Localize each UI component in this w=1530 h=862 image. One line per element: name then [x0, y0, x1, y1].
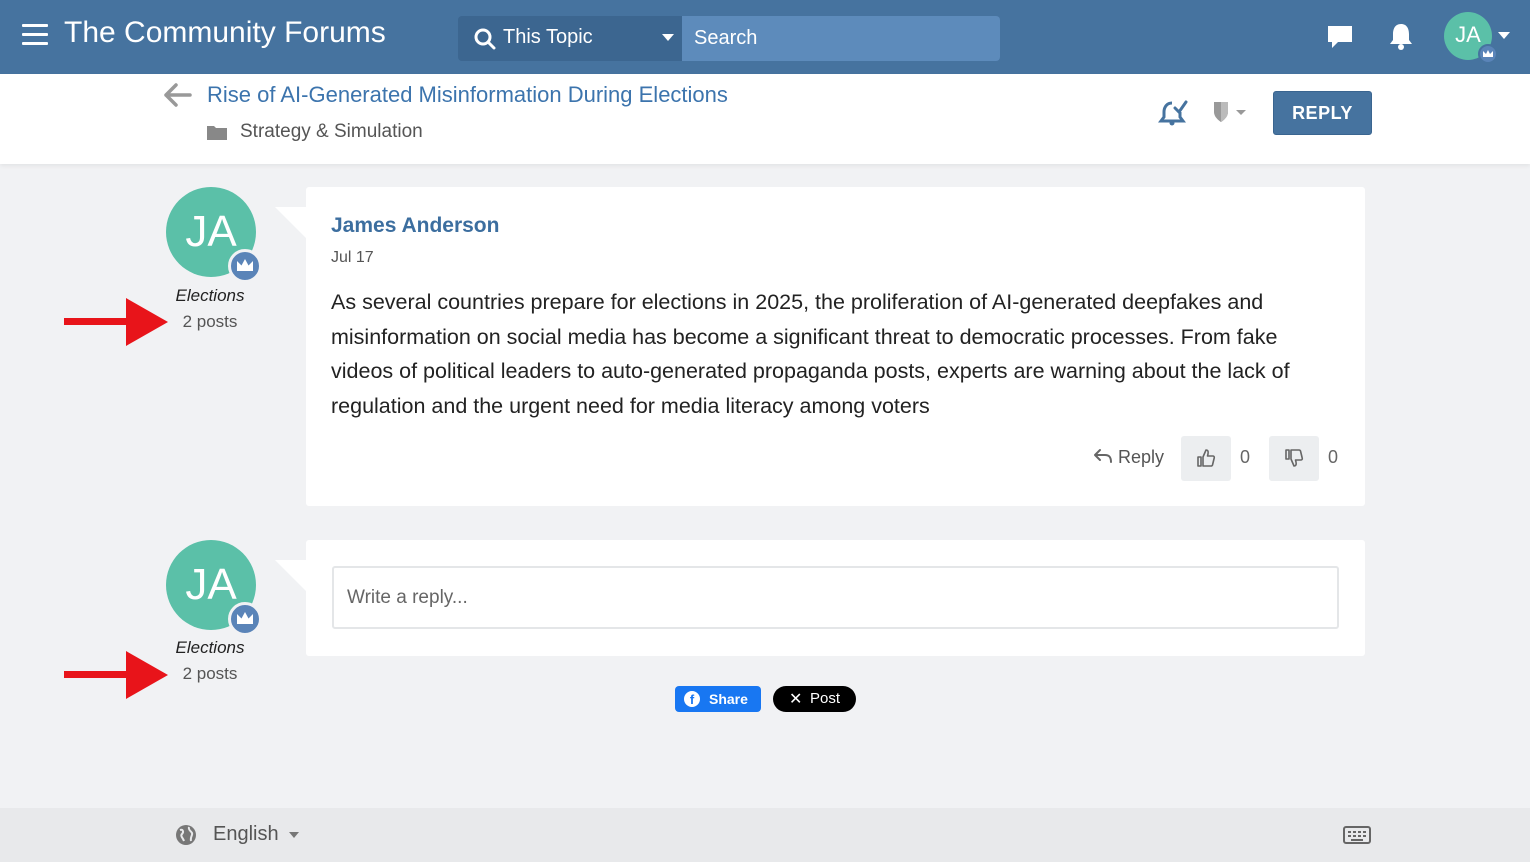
- reply-input[interactable]: [332, 566, 1339, 629]
- post-reply-button[interactable]: Reply: [1093, 447, 1164, 468]
- x-icon: ✕: [789, 691, 803, 708]
- composer-avatar[interactable]: JA: [166, 540, 262, 636]
- chevron-down-icon[interactable]: [289, 832, 299, 838]
- x-post-label: Post: [810, 690, 841, 707]
- red-arrow-icon: [64, 651, 168, 699]
- x-post-button[interactable]: ✕ Post: [773, 686, 856, 712]
- facebook-icon: f: [684, 691, 700, 707]
- watch-icon[interactable]: [1158, 98, 1188, 126]
- user-menu-chevron-icon[interactable]: [1498, 32, 1510, 39]
- site-title[interactable]: The Community Forums: [64, 16, 386, 50]
- chat-icon[interactable]: [1326, 24, 1354, 50]
- user-avatar[interactable]: JA: [1444, 12, 1498, 64]
- downvote-button[interactable]: [1269, 436, 1319, 481]
- search-scope-label: This Topic: [503, 26, 593, 48]
- chevron-down-icon: [662, 34, 674, 41]
- top-navbar: The Community Forums This Topic JA: [0, 0, 1530, 74]
- post-body: As several countries prepare for electio…: [331, 290, 1290, 418]
- bell-icon[interactable]: [1388, 22, 1414, 50]
- downvote-count: 0: [1328, 447, 1339, 467]
- language-selector[interactable]: English: [213, 823, 279, 846]
- reply-arrow-icon: [1094, 449, 1112, 463]
- composer-initials: JA: [185, 560, 237, 609]
- topic-header: Rise of AI-Generated Misinformation Duri…: [0, 74, 1530, 164]
- post-author-initials: JA: [185, 207, 237, 256]
- post-author-avatar[interactable]: JA: [166, 187, 262, 283]
- post-date[interactable]: Jul 17: [331, 249, 374, 267]
- back-arrow-icon[interactable]: [162, 82, 192, 108]
- crown-icon: [228, 249, 262, 283]
- facebook-share-button[interactable]: f Share: [675, 686, 761, 712]
- crown-icon: [1478, 44, 1498, 64]
- search-icon: [474, 28, 496, 50]
- keyboard-icon[interactable]: [1343, 826, 1371, 844]
- crown-icon: [228, 602, 262, 636]
- composer-card-notch: [275, 560, 307, 592]
- search-scope-dropdown[interactable]: This Topic: [458, 16, 682, 61]
- upvote-count: 0: [1240, 447, 1251, 467]
- upvote-button[interactable]: [1181, 436, 1231, 481]
- post-reply-label: Reply: [1118, 447, 1165, 467]
- user-initials: JA: [1455, 22, 1481, 47]
- facebook-share-label: Share: [709, 691, 748, 707]
- red-arrow-icon: [64, 298, 168, 346]
- thumbs-down-icon: [1285, 449, 1304, 467]
- post-author-name[interactable]: James Anderson: [331, 214, 499, 238]
- folder-icon: [207, 126, 227, 140]
- search-input[interactable]: [682, 16, 1000, 61]
- thumbs-up-icon: [1197, 449, 1216, 467]
- topic-title[interactable]: Rise of AI-Generated Misinformation Duri…: [207, 82, 728, 108]
- post-card-notch: [275, 207, 307, 239]
- topic-category[interactable]: Strategy & Simulation: [240, 121, 423, 143]
- reply-button[interactable]: REPLY: [1273, 91, 1372, 135]
- globe-icon: [176, 825, 196, 845]
- shield-icon[interactable]: [1210, 98, 1250, 131]
- hamburger-icon[interactable]: [22, 24, 48, 46]
- footer: English: [0, 808, 1530, 862]
